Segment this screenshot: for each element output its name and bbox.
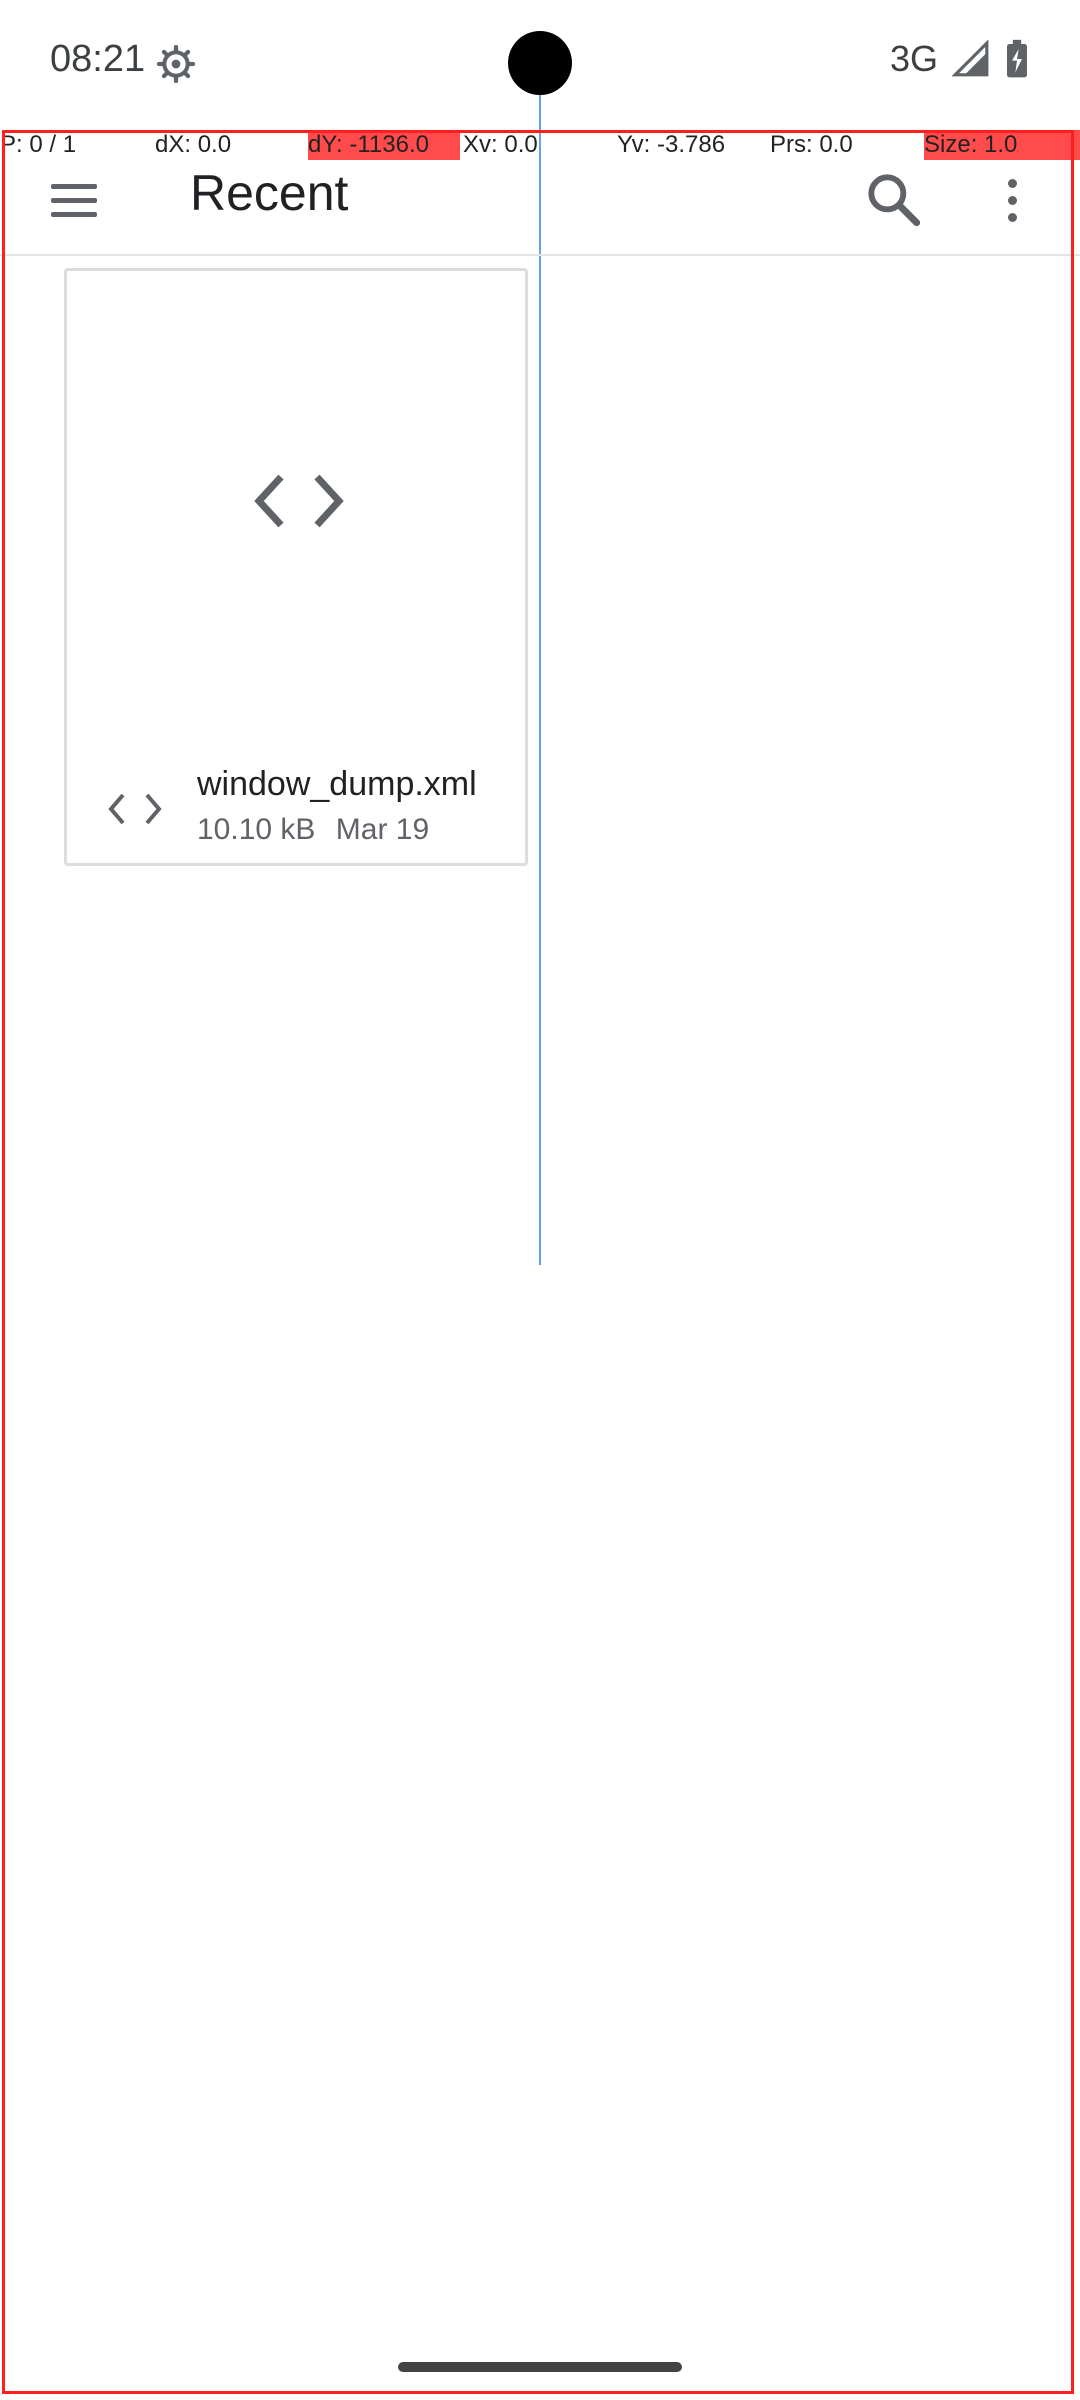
file-meta: 10.10 kB Mar 19	[197, 813, 441, 847]
code-file-thumbnail-icon	[254, 474, 344, 528]
settings-gear-icon	[156, 44, 196, 84]
overlay-dx: dX: 0.0	[155, 131, 232, 158]
network-type: 3G	[889, 38, 938, 79]
menu-icon-bar	[51, 183, 97, 189]
menu-button[interactable]	[44, 170, 104, 230]
file-card[interactable]: window_dump.xml 10.10 kB Mar 19	[64, 268, 528, 866]
menu-icon-bar	[51, 197, 97, 203]
camera-cutout	[508, 31, 572, 95]
file-card-footer: window_dump.xml 10.10 kB Mar 19	[67, 751, 525, 861]
more-dot	[1007, 195, 1017, 205]
file-size: 10.10 kB	[197, 813, 316, 846]
pointer-trace-line	[539, 95, 541, 1265]
search-icon[interactable]	[862, 168, 926, 232]
gesture-nav-handle[interactable]	[398, 2362, 682, 2372]
signal-icon	[952, 40, 989, 77]
status-indicators: 3G	[890, 38, 1030, 80]
overlay-size: Size: 1.0	[924, 130, 1080, 160]
overlay-dy: dY: -1136.0	[308, 130, 460, 160]
more-options-button[interactable]	[990, 168, 1034, 232]
file-name: window_dump.xml	[197, 765, 477, 803]
menu-icon-bar	[51, 211, 97, 217]
overlay-pressure: Prs: 0.0	[770, 131, 853, 158]
app-bar: Recent	[0, 160, 1080, 256]
code-icon	[108, 793, 162, 825]
battery-icon	[1007, 39, 1027, 78]
more-dot	[1007, 178, 1017, 188]
page-title: Recent	[190, 165, 349, 221]
overlay-xv: Xv: 0.0	[463, 131, 538, 158]
overlay-pointer-count: P: 0 / 1	[0, 131, 77, 158]
more-dot	[1007, 212, 1017, 222]
overlay-yv: Yv: -3.786	[617, 131, 726, 158]
status-time: 08:21	[50, 38, 146, 80]
file-date: Mar 19	[335, 813, 430, 846]
